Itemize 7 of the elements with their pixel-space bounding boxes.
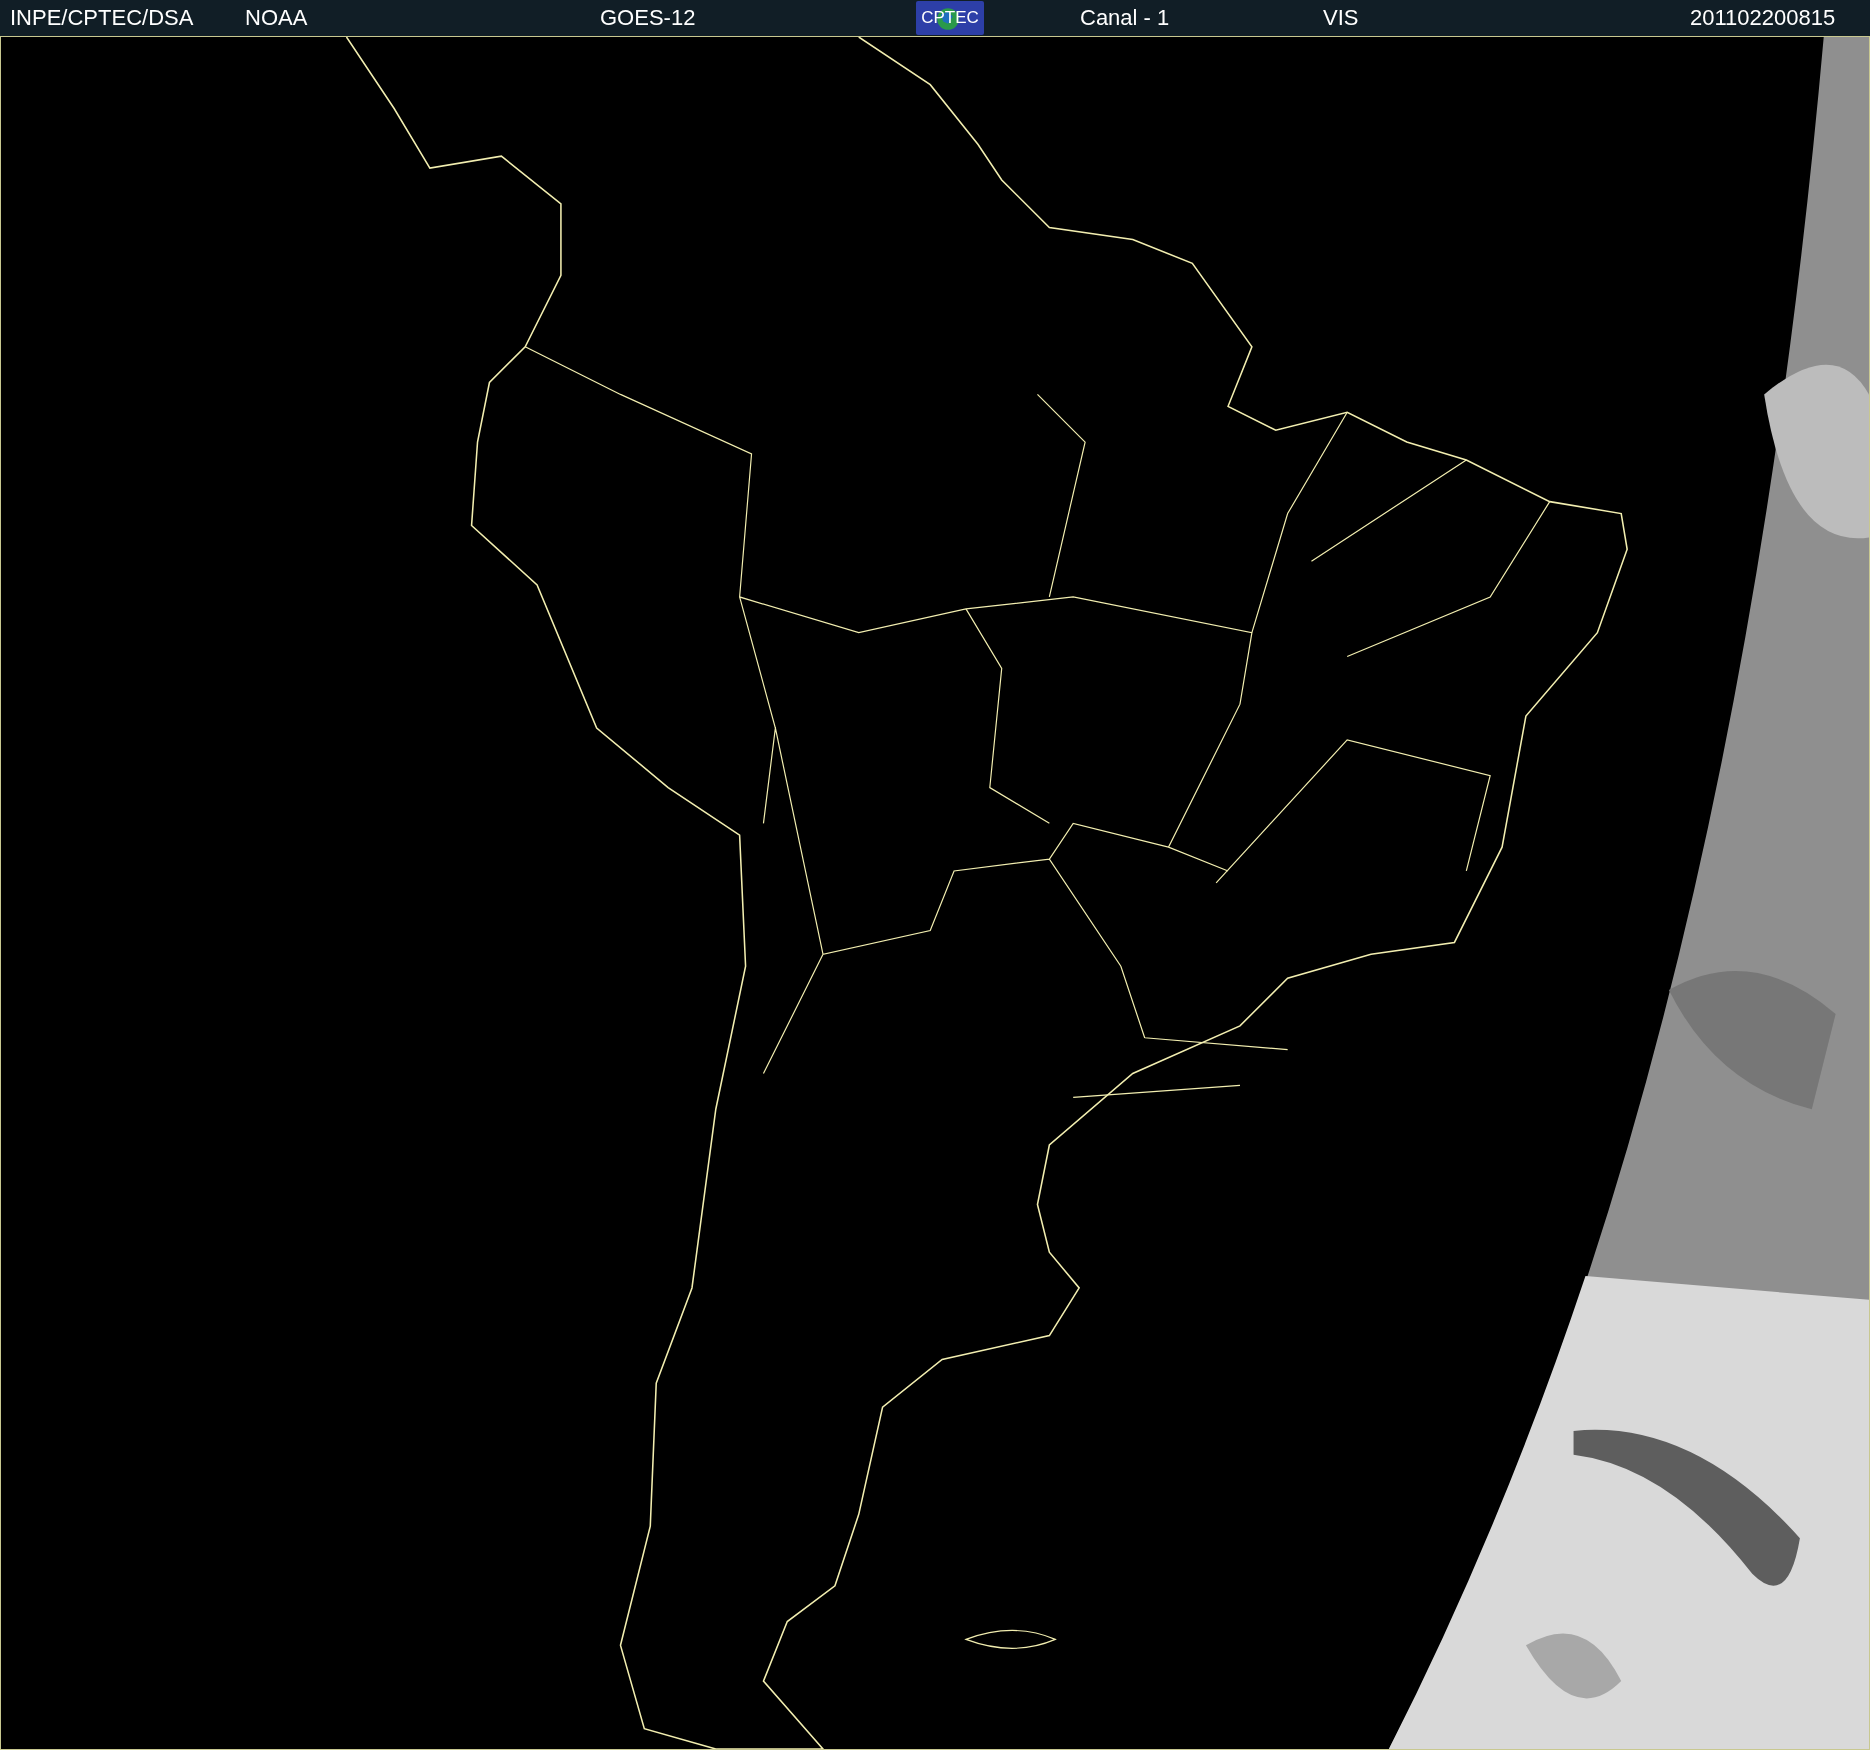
header-label: 201102200815: [1690, 5, 1836, 31]
header-label: GOES-12: [600, 5, 697, 31]
header-label: VIS: [1323, 5, 1360, 31]
header-label: NOAA: [245, 5, 309, 31]
header-label: Canal - 1: [1080, 5, 1171, 31]
header-label: INPE/CPTEC/DSA: [10, 5, 195, 31]
logo: CPTEC: [916, 1, 984, 35]
